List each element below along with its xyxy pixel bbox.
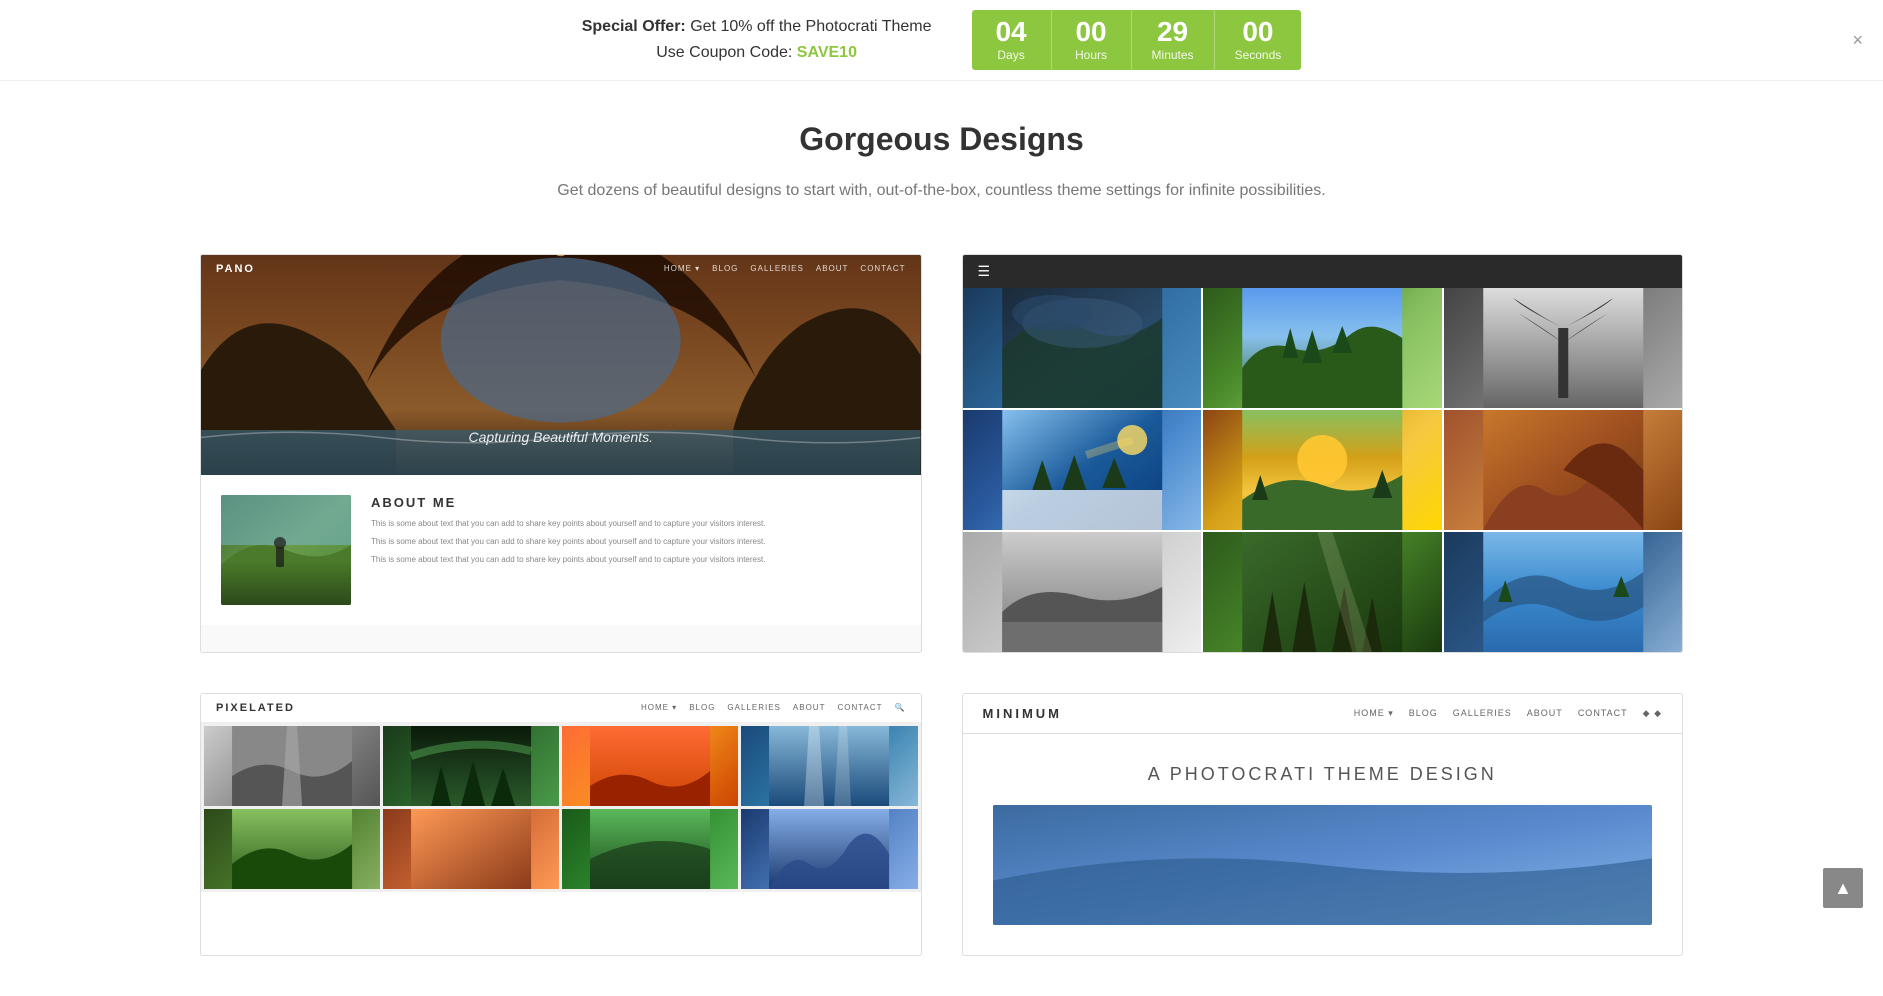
main-content: Gorgeous Designs Get dozens of beautiful… xyxy=(0,81,1883,996)
days-label: Days xyxy=(997,48,1024,62)
pano-about-title: ABOUT ME xyxy=(371,495,901,510)
countdown-days: 04 Days xyxy=(972,10,1052,70)
menu-icon: ☰ xyxy=(978,263,991,280)
countdown-minutes: 29 Minutes xyxy=(1132,10,1215,70)
minimum-nav-links: HOME ▾ BLOG GALLERIES ABOUT CONTACT ◆ ◆ xyxy=(1354,708,1662,719)
pano-theme-card[interactable]: PANO HOME ▾ BLOG GALLERIES ABOUT CONTACT… xyxy=(200,254,922,653)
coupon-code: SAVE10 xyxy=(797,44,857,61)
pixelated-photo-grid xyxy=(201,723,921,892)
photo-grid-nav: ☰ xyxy=(963,255,1683,288)
offer-description: Get 10% off the Photocrati Theme xyxy=(690,18,931,35)
minimum-nav: MINIMUM HOME ▾ BLOG GALLERIES ABOUT CONT… xyxy=(963,694,1683,734)
minutes-number: 29 xyxy=(1157,18,1188,46)
pano-hero-image: PANO HOME ▾ BLOG GALLERIES ABOUT CONTACT… xyxy=(201,255,921,475)
pano-nav: PANO HOME ▾ BLOG GALLERIES ABOUT CONTACT xyxy=(201,263,921,275)
minimum-theme-card[interactable]: MINIMUM HOME ▾ BLOG GALLERIES ABOUT CONT… xyxy=(962,693,1684,956)
days-number: 04 xyxy=(995,18,1026,46)
seconds-label: Seconds xyxy=(1235,48,1282,62)
pixelated-theme-card[interactable]: PIXELATED HOME ▾ BLOG GALLERIES ABOUT CO… xyxy=(200,693,922,956)
pixelated-nav: PIXELATED HOME ▾ BLOG GALLERIES ABOUT CO… xyxy=(201,694,921,723)
countdown-seconds: 00 Seconds xyxy=(1215,10,1302,70)
pixelated-logo: PIXELATED xyxy=(216,702,295,714)
photo-cell-3 xyxy=(1444,288,1683,408)
minimum-logo: MINIMUM xyxy=(983,706,1063,721)
photo-cell-7 xyxy=(963,532,1202,652)
close-button[interactable]: × xyxy=(1852,31,1863,49)
top-banner: Special Offer: Get 10% off the Photocrat… xyxy=(0,0,1883,81)
minutes-label: Minutes xyxy=(1152,48,1194,62)
pix-cell-1 xyxy=(204,726,380,806)
offer-label: Special Offer: xyxy=(582,18,686,35)
pano-about-image xyxy=(221,495,351,605)
photo-grid xyxy=(963,288,1683,652)
pixelated-nav-links: HOME ▾ BLOG GALLERIES ABOUT CONTACT 🔍 xyxy=(641,703,906,712)
pix-cell-3 xyxy=(562,726,738,806)
pix-cell-6 xyxy=(383,809,559,889)
photo-cell-9 xyxy=(1444,532,1683,652)
pix-cell-2 xyxy=(383,726,559,806)
pano-nav-links: HOME ▾ BLOG GALLERIES ABOUT CONTACT xyxy=(664,264,906,273)
pix-cell-4 xyxy=(741,726,917,806)
pano-about-text: ABOUT ME This is some about text that yo… xyxy=(371,495,901,605)
section-subtitle: Get dozens of beautiful designs to start… xyxy=(200,178,1683,204)
minimum-preview-image xyxy=(993,805,1653,925)
pano-about-para-2: This is some about text that you can add… xyxy=(371,536,901,548)
offer-text: Special Offer: Get 10% off the Photocrat… xyxy=(582,14,932,65)
photo-cell-5 xyxy=(1203,410,1442,530)
pix-cell-8 xyxy=(741,809,917,889)
minimum-tagline: A PHOTOCRATI THEME DESIGN xyxy=(993,764,1653,785)
hours-number: 00 xyxy=(1075,18,1106,46)
photo-cell-2 xyxy=(1203,288,1442,408)
photo-cell-1 xyxy=(963,288,1202,408)
section-title: Gorgeous Designs xyxy=(200,121,1683,158)
pix-cell-5 xyxy=(204,809,380,889)
countdown-timer: 04 Days 00 Hours 29 Minutes 00 Seconds xyxy=(972,10,1302,70)
countdown-hours: 00 Hours xyxy=(1052,10,1132,70)
photo-cell-4 xyxy=(963,410,1202,530)
scroll-to-top-button[interactable]: ▲ xyxy=(1823,868,1863,908)
pano-logo: PANO xyxy=(216,263,255,275)
pix-cell-7 xyxy=(562,809,738,889)
pano-tagline: Capturing Beautiful Moments. xyxy=(201,429,921,445)
pano-about-para-3: This is some about text that you can add… xyxy=(371,554,901,566)
photo-grid-theme-card[interactable]: ☰ xyxy=(962,254,1684,653)
photo-cell-6 xyxy=(1444,410,1683,530)
scroll-up-icon: ▲ xyxy=(1834,878,1852,899)
coupon-label: Use Coupon Code: xyxy=(656,44,792,61)
minimum-hero-section: A PHOTOCRATI THEME DESIGN xyxy=(963,734,1683,955)
photo-cell-8 xyxy=(1203,532,1442,652)
seconds-number: 00 xyxy=(1242,18,1273,46)
pano-about-para-1: This is some about text that you can add… xyxy=(371,518,901,530)
pano-about-section: ABOUT ME This is some about text that yo… xyxy=(201,475,921,625)
designs-grid: PANO HOME ▾ BLOG GALLERIES ABOUT CONTACT… xyxy=(200,254,1683,956)
hours-label: Hours xyxy=(1075,48,1107,62)
